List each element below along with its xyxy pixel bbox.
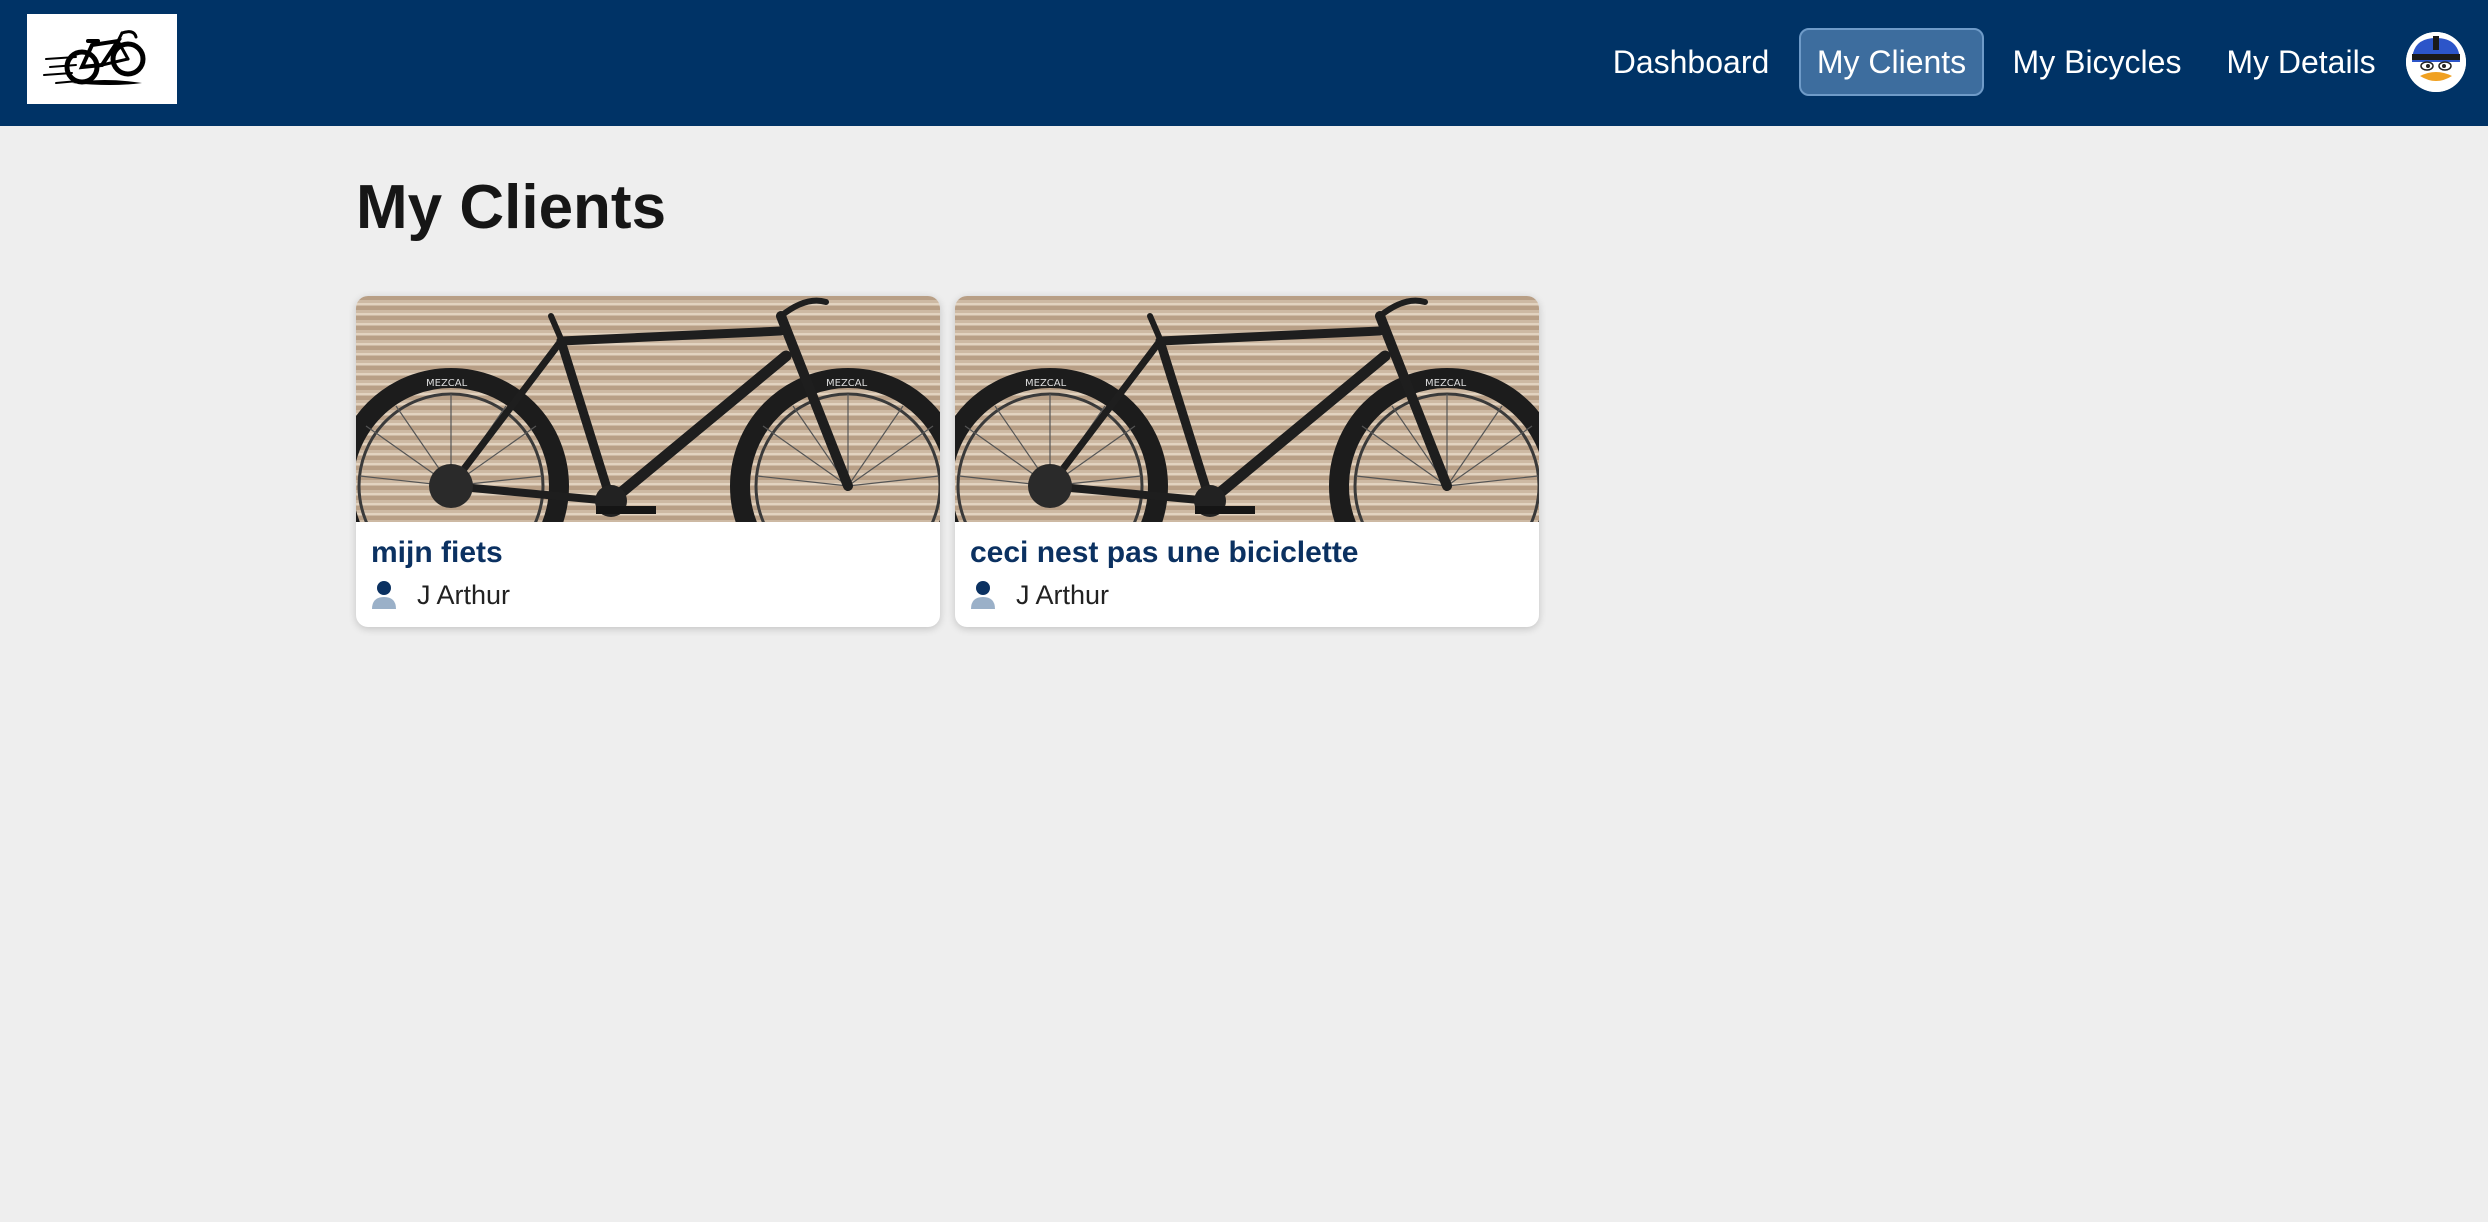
bicycle-name: ceci nest pas une biciclette	[970, 536, 1359, 569]
bicycle-logo-icon[interactable]	[27, 14, 177, 104]
person-icon	[971, 581, 995, 609]
owner-name: J Arthur	[417, 579, 511, 610]
duck-avatar-icon	[2406, 32, 2466, 92]
nav-dashboard[interactable]: Dashboard	[1600, 28, 1782, 96]
page-title: My Clients	[356, 173, 667, 242]
nav-my-bicycles[interactable]: My Bicycles	[2004, 28, 2190, 96]
nav-my-clients-label: My Clients	[1816, 43, 1967, 80]
person-icon	[372, 581, 396, 609]
client-card[interactable]: mijn fiets J Arthur	[356, 296, 940, 627]
client-owner: J Arthur	[970, 578, 1109, 612]
owner-name: J Arthur	[1016, 579, 1110, 610]
nav-my-clients[interactable]: My Clients	[1799, 28, 1984, 96]
bicycle-photo	[955, 296, 1539, 522]
nav-my-bicycles-label: My Bicycles	[2012, 43, 2182, 80]
client-card[interactable]: ceci nest pas une biciclette J Arthur	[955, 296, 1539, 627]
client-owner: J Arthur	[371, 578, 510, 612]
nav-my-details[interactable]: My Details	[2218, 28, 2384, 96]
bicycle-name: mijn fiets	[371, 536, 503, 569]
nav-my-details-label: My Details	[2226, 43, 2376, 80]
bicycle-photo	[356, 296, 940, 522]
nav-dashboard-label: Dashboard	[1612, 43, 1770, 80]
top-navigation-bar: Dashboard My Clients My Bicycles My Deta…	[0, 0, 2488, 126]
user-avatar[interactable]	[2406, 32, 2466, 92]
